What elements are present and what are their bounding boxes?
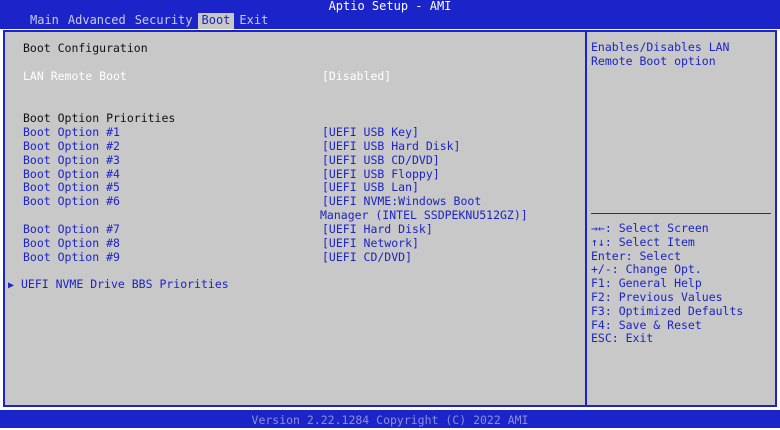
key-save-reset: F4: Save & Reset <box>591 317 702 332</box>
boot-option-3-label[interactable]: Boot Option #3 <box>23 153 120 167</box>
key-optimized-defaults: F3: Optimized Defaults <box>591 303 744 318</box>
lan-remote-boot-value[interactable]: [Disabled] <box>322 69 391 83</box>
settings-panel: Boot Configuration LAN Remote Boot [Disa… <box>3 30 587 407</box>
tab-security[interactable]: Security <box>131 13 197 29</box>
boot-option-2-value[interactable]: [UEFI USB Hard Disk] <box>322 139 460 153</box>
boot-option-9-value[interactable]: [UEFI CD/DVD] <box>322 250 412 264</box>
boot-option-5-value[interactable]: [UEFI USB Lan] <box>322 180 419 194</box>
tab-advanced[interactable]: Advanced <box>64 13 130 29</box>
key-previous-values: F2: Previous Values <box>591 289 723 304</box>
key-change-opt: +/-: Change Opt. <box>591 262 702 277</box>
tab-main[interactable]: Main <box>26 13 63 29</box>
submenu-label: UEFI NVME Drive BBS Priorities <box>20 277 229 291</box>
priorities-title: Boot Option Priorities <box>23 111 176 125</box>
tab-exit[interactable]: Exit <box>235 13 272 29</box>
key-select-screen: →←: Select Screen <box>591 221 709 235</box>
section-title: Boot Configuration <box>23 41 148 55</box>
footer-version: Version 2.22.1284 Copyright (C) 2022 AMI <box>0 410 780 428</box>
lan-remote-boot-label[interactable]: LAN Remote Boot <box>23 69 127 83</box>
help-text: Enables/Disables LAN Remote Boot option <box>591 40 730 68</box>
boot-option-7-value[interactable]: [UEFI Hard Disk] <box>322 222 433 236</box>
key-select-item: ↑↓: Select Item <box>591 234 695 249</box>
boot-option-4-label[interactable]: Boot Option #4 <box>23 167 120 181</box>
boot-option-9-label[interactable]: Boot Option #9 <box>23 250 120 264</box>
boot-option-7-label[interactable]: Boot Option #7 <box>23 222 120 236</box>
help-divider <box>591 213 771 214</box>
boot-option-3-value[interactable]: [UEFI USB CD/DVD] <box>322 153 440 167</box>
boot-option-2-label[interactable]: Boot Option #2 <box>23 139 120 153</box>
app-title: Aptio Setup - AMI <box>328 0 452 13</box>
help-panel: Enables/Disables LAN Remote Boot option … <box>587 30 777 407</box>
boot-option-1-value[interactable]: [UEFI USB Key] <box>322 125 419 139</box>
title-bar: Aptio Setup - AMI Main Advanced Security… <box>0 0 780 29</box>
boot-option-8-value[interactable]: [UEFI Network] <box>322 236 419 250</box>
boot-option-6-value[interactable]: [UEFI NVME:Windows Boot <box>322 194 481 208</box>
boot-option-6-value-continued[interactable]: Manager (INTEL SSDPEKNU512GZ)] <box>320 208 528 222</box>
boot-option-6-label[interactable]: Boot Option #6 <box>23 194 120 208</box>
key-general-help: F1: General Help <box>591 276 702 291</box>
boot-option-5-label[interactable]: Boot Option #5 <box>23 180 120 194</box>
tab-bar: Main Advanced Security Boot Exit <box>26 13 273 29</box>
tab-boot[interactable]: Boot <box>197 13 235 29</box>
boot-option-1-label[interactable]: Boot Option #1 <box>23 125 120 139</box>
boot-option-4-value[interactable]: [UEFI USB Floppy] <box>322 167 440 181</box>
key-esc-exit: ESC: Exit <box>591 331 654 346</box>
key-legend: →←: Select Screen ↑↓: Select Item Enter:… <box>591 221 744 346</box>
boot-option-8-label[interactable]: Boot Option #8 <box>23 236 120 250</box>
submenu-arrow-icon: ▶ <box>8 280 15 291</box>
key-enter-select: Enter: Select <box>591 248 682 263</box>
submenu-uefi-nvme-bbs[interactable]: ▶ UEFI NVME Drive BBS Priorities <box>8 277 229 293</box>
